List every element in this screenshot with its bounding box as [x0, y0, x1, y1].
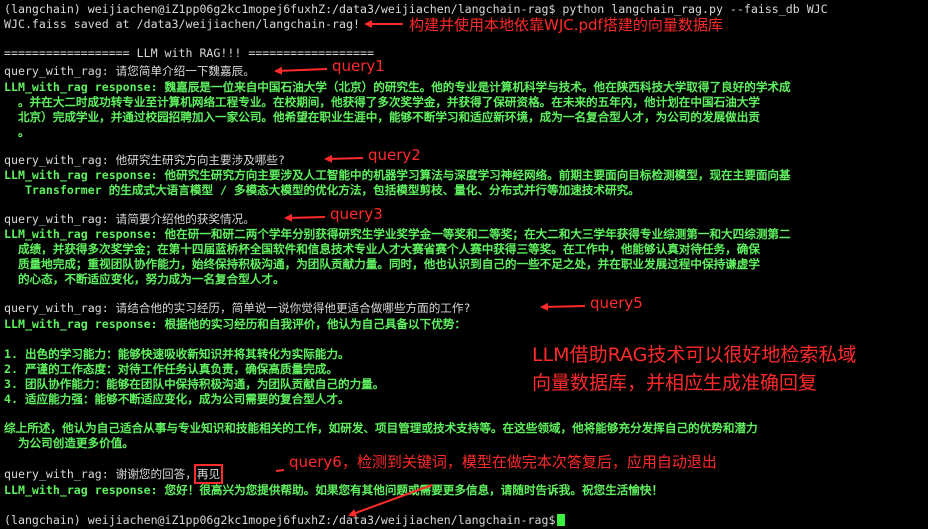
response-3-line-2: 成绩，并获得多次奖学金；在第十四届蓝桥杯全国软件和信息技术专业人才大赛省赛个人赛…	[4, 242, 760, 256]
response-1-line-3: 北京）完成学业，并通过校园招聘加入一家公司。他希望在职业生涯中，能够不断学习和适…	[4, 110, 760, 124]
response-2-line-1: LLM_with_rag response: 他研究生研究方向主要涉及人工智能中…	[4, 168, 791, 182]
query-1: query_with_rag: 请您简单介绍一下魏嘉辰。	[4, 64, 255, 78]
annotation-query6: query6，检测到关键词，模型在做完本次答复后，应用自动退出	[289, 453, 717, 471]
annotation-faiss: 构建并使用本地依靠WJC.pdf搭建的向量数据库	[409, 16, 723, 34]
query-6: query_with_rag: 谢谢您的回答，再见	[4, 464, 224, 484]
query-3: query_with_rag: 请简要介绍他的获奖情况。	[4, 212, 255, 226]
text-cursor	[557, 514, 566, 526]
shell-prompt: (langchain) weijiachen@iZ1pp06g2kc1mopej…	[4, 513, 566, 527]
response-5-item-4: 4. 适应能力强：能够不断适应变化，成为公司需要的复合型人才。	[4, 392, 350, 406]
response-1-line-4: 。	[4, 125, 30, 139]
annotation-query3: query3	[330, 205, 383, 223]
response-5-item-2: 2. 严谨的工作态度：对待工作任务认真负责，确保高质量完成。	[4, 362, 338, 376]
annotation-query2: query2	[368, 146, 421, 164]
prompt-text: (langchain) weijiachen@iZ1pp06g2kc1mopej…	[4, 513, 556, 527]
query-5: query_with_rag: 请结合他的实习经历，简单说一说你觉得他更适合做哪…	[4, 301, 471, 315]
rag-banner: ================== LLM with RAG!!! =====…	[4, 46, 374, 60]
query-2: query_with_rag: 他研究生研究方向主要涉及哪些?	[4, 153, 285, 167]
response-5-summary-1: 综上所述，他认为自己适合从事与专业知识和技能相关的工作，如研发、项目管理或技术支…	[4, 421, 758, 435]
response-1-line-1: LLM_with_rag response: 魏嘉辰是一位来自中国石油大学（北京…	[4, 80, 791, 94]
annotation-summary-line1: LLM借助RAG技术可以很好地检索私域	[532, 344, 857, 366]
response-3-line-3: 质量地完成；重视团队协作能力，始终保持积极沟通，为团队贡献力量。同时，他也认识到…	[4, 257, 760, 271]
terminal-window[interactable]: (langchain) weijiachen@iZ1pp06g2kc1mopej…	[0, 0, 928, 529]
query-6-text: query_with_rag: 谢谢您的回答，	[4, 467, 197, 481]
annotation-query1: query1	[332, 57, 385, 75]
response-5-summary-2: 为公司创造更多价值。	[4, 436, 134, 450]
response-3-line-4: 的心态，不断适应变化，努力成为一名复合型人才。	[4, 272, 285, 286]
exit-keyword: 再见	[193, 464, 224, 484]
response-6: LLM_with_rag response: 您好！很高兴为您提供帮助。如果您有…	[4, 483, 664, 497]
faiss-saved-line: WJC.faiss saved at /data3/weijiachen/lan…	[4, 17, 360, 31]
response-3-line-1: LLM_with_rag response: 他在研一和研二两个学年分别获得研究…	[4, 227, 791, 241]
response-5-item-1: 1. 出色的学习能力：能够快速吸收新知识并将其转化为实际能力。	[4, 347, 350, 361]
response-1-line-2: 。并在大二时成功转专业至计算机网络工程专业。在校期间，他获得了多次奖学金，并获得…	[4, 95, 760, 109]
response-5-item-3: 3. 团队协作能力：能够在团队中保持积极沟通，为团队贡献自己的力量。	[4, 377, 385, 391]
annotation-query5: query5	[590, 294, 643, 312]
response-5-intro: LLM_with_rag response: 根据他的实习经历和自我评价，他认为…	[4, 317, 466, 331]
response-2-line-2: Transformer 的生成式大语言模型 / 多模态大模型的优化方法，包括模型…	[4, 183, 640, 197]
annotation-summary-line2: 向量数据库，并相应生成准确回复	[532, 372, 818, 394]
